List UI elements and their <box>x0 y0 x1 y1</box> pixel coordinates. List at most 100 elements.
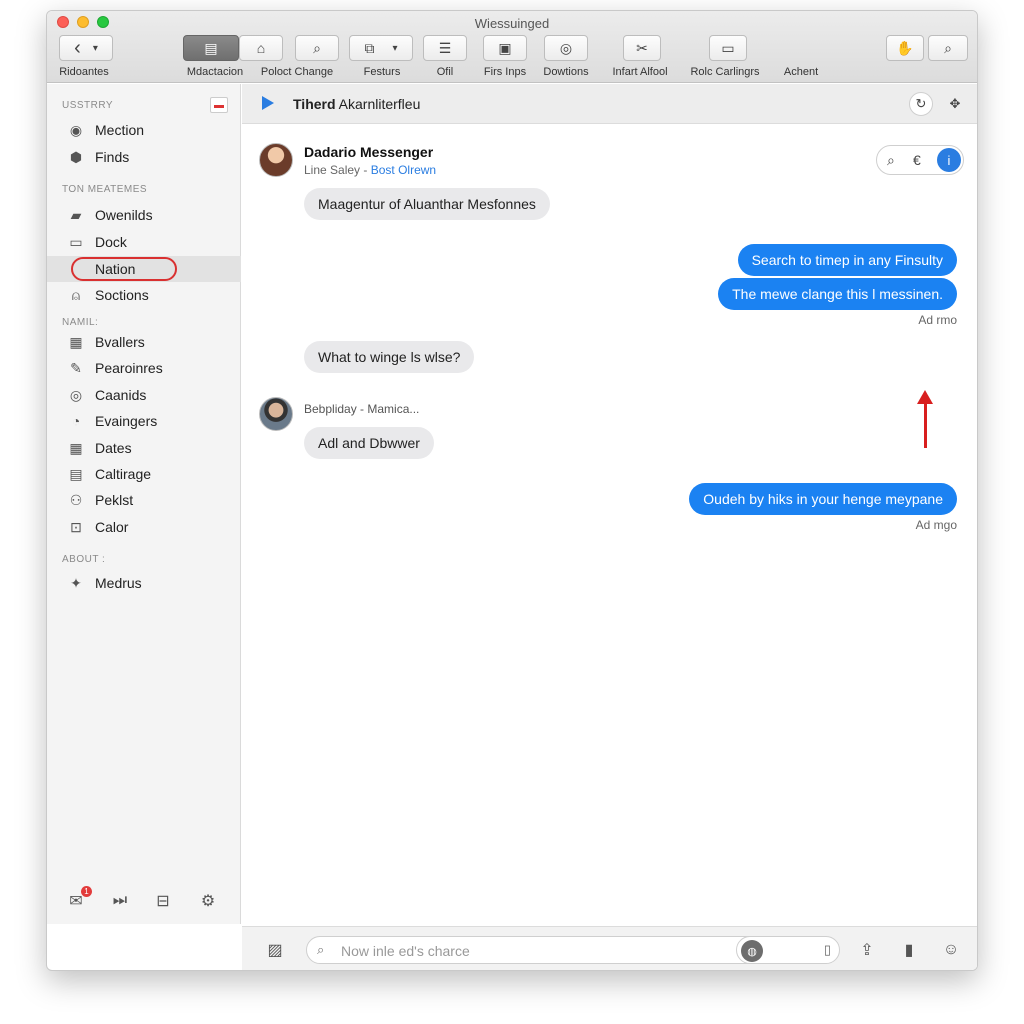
message-timestamp: Ad mgo <box>915 518 957 532</box>
sync-icon: ↻ <box>915 96 927 111</box>
grid-icon: ▦ <box>69 333 83 350</box>
sidebar-item-medrus[interactable]: ✦ Medrus <box>47 570 241 596</box>
message-bubble-incoming[interactable]: What to winge ls wlse? <box>304 341 475 373</box>
sidebar-item-label: Evaingers <box>95 413 158 429</box>
sidebar-item-calor[interactable]: ⊡ Calor <box>47 514 241 540</box>
chevron-down-icon: ▾ <box>392 42 398 54</box>
sidebar-item-evaingers[interactable]: ◔ Evaingers <box>47 408 241 434</box>
hand-button[interactable]: ✋ <box>886 35 924 61</box>
toolbar-label: Festurs <box>363 66 401 78</box>
info-icon[interactable]: i <box>937 148 961 172</box>
contact-avatar[interactable] <box>259 143 293 177</box>
sidebar: USSTRRY ▬ ◉ Mection ⬢ Finds TON MEATEMES… <box>47 84 241 924</box>
sidebar-item-pearoinres[interactable]: ✎ Pearoinres <box>47 355 241 381</box>
sidebar-item-nation[interactable]: Nation <box>47 256 241 282</box>
target-icon: ◎ <box>69 386 83 403</box>
sidebar-item-dates[interactable]: ▦ Dates <box>47 435 241 461</box>
bookmark-button[interactable]: ▮ <box>898 939 920 961</box>
back-forward-button[interactable]: ‹ ▾ <box>59 35 113 61</box>
message-bubble-incoming[interactable]: Adl and Dbwwer <box>304 427 434 459</box>
sync-button[interactable]: ↻ <box>909 92 933 116</box>
sidebar-item-peklst[interactable]: ⚇ Peklst <box>47 487 241 513</box>
tools-button[interactable]: ✂ <box>623 35 661 61</box>
title-bar: Wiessuinged ‹ ▾ Ridoantes ▤ ⌂ Mdactacion… <box>47 11 977 83</box>
message-bubble-outgoing[interactable]: Oudeh by hiks in your henge meypane <box>689 483 957 515</box>
sidebar-item-label: Medrus <box>95 575 142 591</box>
sidebar-item-owenilds[interactable]: ▰ Owenilds <box>47 202 241 228</box>
skip-button[interactable]: ⏭ <box>109 890 131 912</box>
sidebar-item-label: Pearoinres <box>95 360 163 376</box>
list-button[interactable]: ☰ <box>423 35 467 61</box>
sidebar-item-label: Dates <box>95 440 132 456</box>
media-button[interactable]: ▨ <box>264 939 286 961</box>
sender-avatar[interactable] <box>259 397 293 431</box>
sidebar-item-finds[interactable]: ⬢ Finds <box>47 144 241 170</box>
contact-status: Line Saley <box>304 163 361 177</box>
search-button[interactable]: ⌕ <box>928 35 968 61</box>
search-icon: ⌕ <box>317 942 325 957</box>
globe-icon: ◉ <box>69 121 83 138</box>
euro-icon[interactable]: € <box>913 152 921 168</box>
list-icon: ☰ <box>438 39 452 56</box>
inbox-button[interactable]: ⊟ <box>152 890 174 912</box>
sidebar-item-dock[interactable]: ▭ Dock <box>47 229 241 255</box>
toolbar-label: Dowtions <box>543 66 589 78</box>
share-icon: ▣ <box>498 39 512 56</box>
new-item-icon[interactable]: ▬ <box>210 97 228 113</box>
play-icon[interactable] <box>262 96 274 110</box>
search-toolbar-button[interactable]: ⌕ <box>295 35 339 61</box>
sidebar-item-label: Finds <box>95 149 130 165</box>
dock-icon: ▭ <box>69 233 83 250</box>
toolbar-label: Ofil <box>436 66 454 78</box>
toolbar-label: Ridoantes <box>59 66 109 78</box>
contact-name: Dadario Messenger <box>304 144 434 160</box>
sidebar-item-label: Caanids <box>95 387 147 403</box>
contact-link[interactable]: Bost Olrewn <box>371 163 436 177</box>
media-icon: ▤ <box>204 39 218 56</box>
media-icon: ▨ <box>267 942 283 959</box>
toolbar-label: Poloct Change <box>260 66 334 78</box>
sidebar-item-bvallers[interactable]: ▦ Bvallers <box>47 329 241 355</box>
lock-icon: ⊡ <box>70 518 82 535</box>
user-icon: ⚇ <box>69 491 83 508</box>
toolbar-label: Achent <box>783 66 819 78</box>
share-button[interactable]: ▣ <box>483 35 527 61</box>
home-button[interactable]: ⌂ <box>239 35 283 61</box>
notification-button[interactable]: ✉ 1 <box>65 886 92 912</box>
message-input[interactable]: ⌕ Now inle ed's charce ☆ <box>306 936 772 964</box>
location-button[interactable]: ◎ <box>544 35 588 61</box>
attach-button[interactable]: ⧉ ▾ <box>349 35 413 61</box>
share-button[interactable]: ⇪ <box>856 939 878 961</box>
toolbar-label: Infart Alfool <box>612 66 668 78</box>
emoji-button[interactable]: ☺ <box>940 939 962 961</box>
sidebar-item-label: Owenilds <box>95 207 153 223</box>
message-bubble-outgoing[interactable]: Search to timep in any Finsulty <box>737 244 957 276</box>
settings-button[interactable]: ⚙ <box>197 890 219 912</box>
sidebar-item-soctions[interactable]: ⍝ Soctions <box>47 282 241 308</box>
media-button[interactable]: ▤ <box>183 35 239 61</box>
display-button[interactable]: ▭ <box>709 35 747 61</box>
pin-icon: ✥ <box>949 96 961 111</box>
sidebar-item-caanids[interactable]: ◎ Caanids <box>47 382 241 408</box>
sidebar-item-label: Caltirage <box>95 466 152 482</box>
toolbar-label: Mdactacion <box>186 66 244 78</box>
attach-icon: ⧉ <box>364 39 375 56</box>
record-icon[interactable]: ◍ <box>741 940 763 962</box>
sidebar-footer: ✉ 1 ⏭ ⊟ ⚙ <box>47 878 241 924</box>
conversation-header: Tiherd Akarnliterfleu ↻ ✥ <box>242 84 977 124</box>
pin-button[interactable]: ✥ <box>943 92 967 116</box>
chevron-down-icon: ▾ <box>92 42 98 54</box>
message-bubble-incoming[interactable]: Maagentur of Aluanthar Mesfonnes <box>304 188 550 220</box>
display-icon: ▭ <box>721 39 735 56</box>
conversation-title: Tiherd Akarnliterfleu <box>293 96 420 112</box>
sidebar-item-caltirage[interactable]: ▤ Caltirage <box>47 461 241 487</box>
send-controls[interactable]: ◍ ▯ <box>736 936 840 964</box>
sidebar-section-header: ABOUT : <box>62 554 106 565</box>
search-icon: ⌕ <box>944 39 952 56</box>
sidebar-item-mection[interactable]: ◉ Mection <box>47 117 241 143</box>
conversation-title-bold: Tiherd <box>293 96 336 112</box>
attachment-icon[interactable]: ▯ <box>824 942 831 958</box>
bookmark-icon: ▮ <box>904 942 914 959</box>
search-icon[interactable]: ⌕ <box>887 152 895 169</box>
message-bubble-outgoing[interactable]: The mewe clange this l messinen. <box>718 278 957 310</box>
